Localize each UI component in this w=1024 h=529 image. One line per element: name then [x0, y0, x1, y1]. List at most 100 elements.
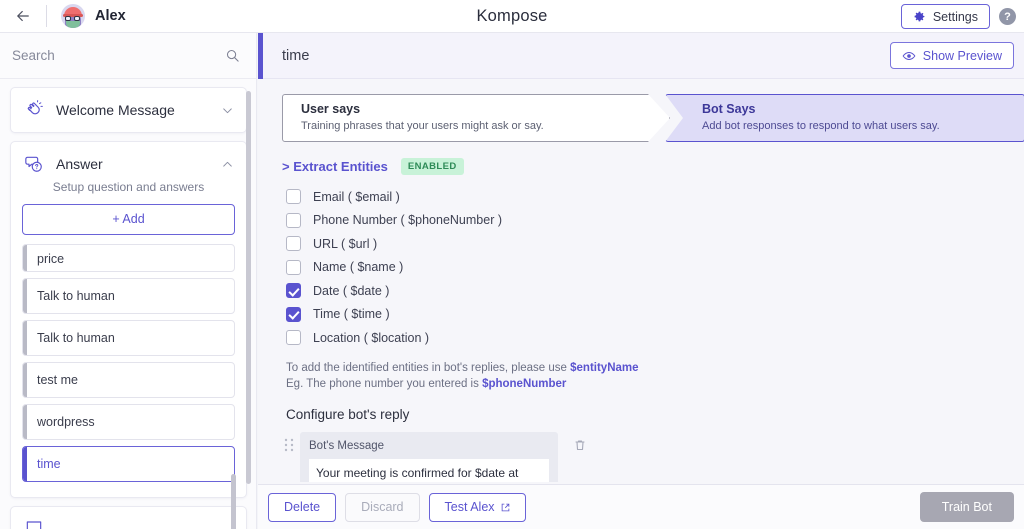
checkbox-email[interactable]	[286, 189, 301, 205]
entity-label: Name ( $name )	[313, 260, 404, 275]
answer-list-scrollbar[interactable]	[231, 474, 236, 529]
checkbox-phone-number[interactable]	[286, 212, 301, 228]
show-preview-label: Show Preview	[922, 48, 1002, 63]
entity-row-phone-number[interactable]: Phone Number ( $phoneNumber )	[286, 209, 1002, 233]
main-panel: time Show Preview User says Training phr…	[258, 32, 1024, 529]
delete-button[interactable]: Delete	[268, 492, 337, 522]
help-circle-icon[interactable]: ?	[999, 8, 1016, 25]
tab-bot-says[interactable]: Bot Says Add bot responses to respond to…	[665, 94, 1024, 142]
tab-bot-says-sub: Add bot responses to respond to what use…	[702, 120, 940, 132]
action-bar: Delete Discard Test Alex Train Bot	[258, 484, 1024, 529]
sidebar-scrollbar[interactable]	[246, 91, 251, 484]
flow-tabs: User says Training phrases that your use…	[282, 94, 1024, 142]
configure-reply-title: Configure bot's reply	[286, 406, 410, 422]
answer-item-list: price Talk to human Talk to human test m…	[11, 244, 246, 529]
header-accent-bar	[258, 32, 263, 79]
list-item[interactable]: wordpress	[22, 404, 235, 440]
bot-message-input[interactable]	[309, 458, 549, 482]
app-title: Kompose	[476, 7, 548, 25]
sidebar-scroll-area: Welcome Message Answer Setup question an…	[0, 79, 257, 529]
list-item[interactable]: test me	[22, 362, 235, 398]
entity-label: Email ( $email )	[313, 189, 400, 204]
external-link-icon	[501, 503, 509, 511]
tab-user-says-label: User says	[301, 102, 361, 116]
entity-usage-hint: To add the identified entities in bot's …	[286, 360, 1002, 393]
hint-line-1: To add the identified entities in bot's …	[286, 360, 1002, 377]
tab-user-says[interactable]: User says Training phrases that your use…	[282, 94, 670, 142]
entity-row-url[interactable]: URL ( $url )	[286, 232, 1002, 256]
entity-checkbox-list: Email ( $email ) Phone Number ( $phoneNu…	[286, 185, 1002, 350]
entity-label: Location ( $location )	[313, 330, 430, 345]
list-item[interactable]: Talk to human	[22, 320, 235, 356]
extract-entities-row: > Extract Entities ENABLED	[282, 158, 1002, 175]
question-chat-icon	[25, 156, 42, 172]
welcome-message-title: Welcome Message	[56, 102, 175, 118]
top-bar-actions: Settings ?	[900, 0, 1016, 33]
entity-row-email[interactable]: Email ( $email )	[286, 185, 1002, 209]
list-item-label: price	[37, 252, 65, 266]
bot-message-block: Bot's Message	[284, 431, 1002, 482]
entity-label: Date ( $date )	[313, 283, 390, 298]
sidebar-card-answer: Answer Setup question and answers + Add …	[10, 141, 247, 529]
chevron-down-icon[interactable]	[221, 104, 234, 117]
entity-row-location[interactable]: Location ( $location )	[286, 326, 1002, 350]
list-item-label: wordpress	[37, 415, 95, 429]
status-badge: ENABLED	[400, 158, 464, 175]
chat-bubble-icon	[26, 521, 42, 529]
trash-icon[interactable]	[574, 438, 586, 452]
tab-bot-says-label: Bot Says	[702, 102, 756, 116]
list-item-label: Talk to human	[37, 289, 115, 303]
search-bar	[0, 33, 256, 79]
list-item-label: time	[37, 457, 61, 471]
sidebar-card-partial[interactable]	[10, 506, 247, 529]
main-body: User says Training phrases that your use…	[258, 80, 1024, 482]
search-icon[interactable]	[225, 48, 240, 63]
hint-line-2-text: Eg. The phone number you entered is	[286, 378, 483, 390]
discard-button: Discard	[345, 492, 420, 522]
list-item[interactable]: Talk to human	[22, 278, 235, 314]
sidebar-card-welcome-message: Welcome Message	[10, 87, 247, 133]
hint-line-1-variable: $entityName	[570, 361, 639, 374]
welcome-message-header[interactable]: Welcome Message	[11, 88, 246, 132]
page-title: time	[282, 47, 310, 64]
checkbox-name[interactable]	[286, 259, 301, 275]
entity-row-date[interactable]: Date ( $date )	[286, 279, 1002, 303]
bot-message-label: Bot's Message	[309, 439, 385, 452]
wave-hand-icon	[27, 100, 43, 115]
list-item[interactable]: price	[22, 244, 235, 272]
entity-row-time[interactable]: Time ( $time )	[286, 303, 1002, 327]
sidebar: Welcome Message Answer	[0, 33, 257, 529]
add-answer-button[interactable]: + Add	[22, 204, 235, 235]
settings-button[interactable]: Settings	[900, 4, 990, 29]
bot-message-card: Bot's Message	[300, 431, 558, 482]
top-bar: Alex Kompose Settings ?	[0, 0, 1024, 33]
checkbox-date[interactable]	[286, 283, 301, 299]
search-input[interactable]	[12, 48, 225, 63]
hint-line-2: Eg. The phone number you entered is $pho…	[286, 376, 1002, 393]
show-preview-button[interactable]: Show Preview	[889, 42, 1014, 69]
hint-line-1-text: To add the identified entities in bot's …	[286, 361, 571, 374]
main-header: time Show Preview	[258, 32, 1024, 79]
chevron-up-icon[interactable]	[221, 158, 234, 171]
list-item-label: test me	[37, 373, 78, 387]
list-item-selected[interactable]: time	[22, 446, 235, 482]
app-root: Alex Kompose Settings ? Search Welcome M…	[0, 0, 1024, 529]
drag-handle-icon[interactable]	[284, 438, 294, 452]
test-alex-label: Test Alex	[444, 500, 495, 514]
checkbox-location[interactable]	[286, 330, 301, 346]
tab-user-says-sub: Training phrases that your users might a…	[301, 120, 544, 132]
entity-row-name[interactable]: Name ( $name )	[286, 256, 1002, 280]
hint-line-2-variable: $phoneNumber	[482, 378, 567, 390]
gear-icon	[914, 11, 925, 22]
answer-subtitle: Setup question and answers	[52, 180, 205, 194]
entity-label: Time ( $time )	[313, 307, 390, 322]
checkbox-url[interactable]	[286, 236, 301, 252]
entity-label: Phone Number ( $phoneNumber )	[313, 213, 502, 228]
eye-icon	[902, 51, 916, 60]
checkbox-time[interactable]	[286, 306, 301, 322]
train-bot-button[interactable]: Train Bot	[919, 492, 1014, 522]
settings-label: Settings	[932, 9, 978, 24]
extract-entities-toggle[interactable]: > Extract Entities	[282, 159, 388, 174]
test-alex-button[interactable]: Test Alex	[428, 492, 526, 522]
answer-title: Answer	[56, 156, 103, 172]
